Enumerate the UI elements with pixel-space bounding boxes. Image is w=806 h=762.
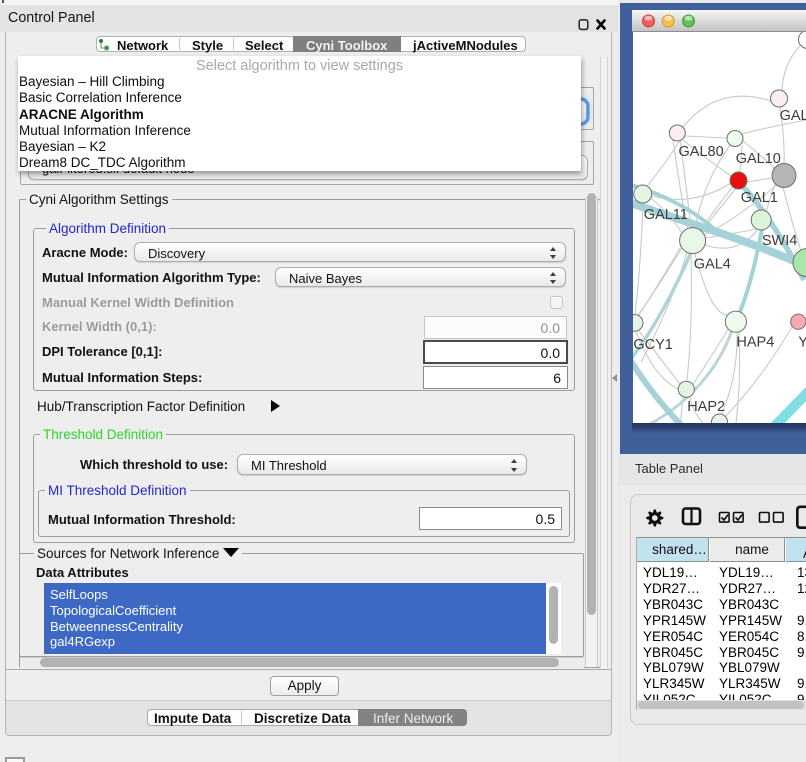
svg-text:SWI4: SWI4 [762, 233, 797, 249]
svg-text:GAL10: GAL10 [736, 151, 781, 167]
svg-text:HAP4: HAP4 [736, 335, 774, 351]
svg-text:GAL11: GAL11 [644, 207, 688, 223]
svg-text:GAL1: GAL1 [741, 190, 778, 206]
svg-text:HAP2: HAP2 [687, 399, 725, 415]
svg-text:Y: Y [798, 335, 806, 351]
svg-text:GAL4: GAL4 [694, 257, 731, 273]
svg-text:GCY1: GCY1 [633, 337, 673, 353]
svg-text:GAL2: GAL2 [780, 108, 806, 124]
svg-text:GAL80: GAL80 [679, 144, 724, 160]
